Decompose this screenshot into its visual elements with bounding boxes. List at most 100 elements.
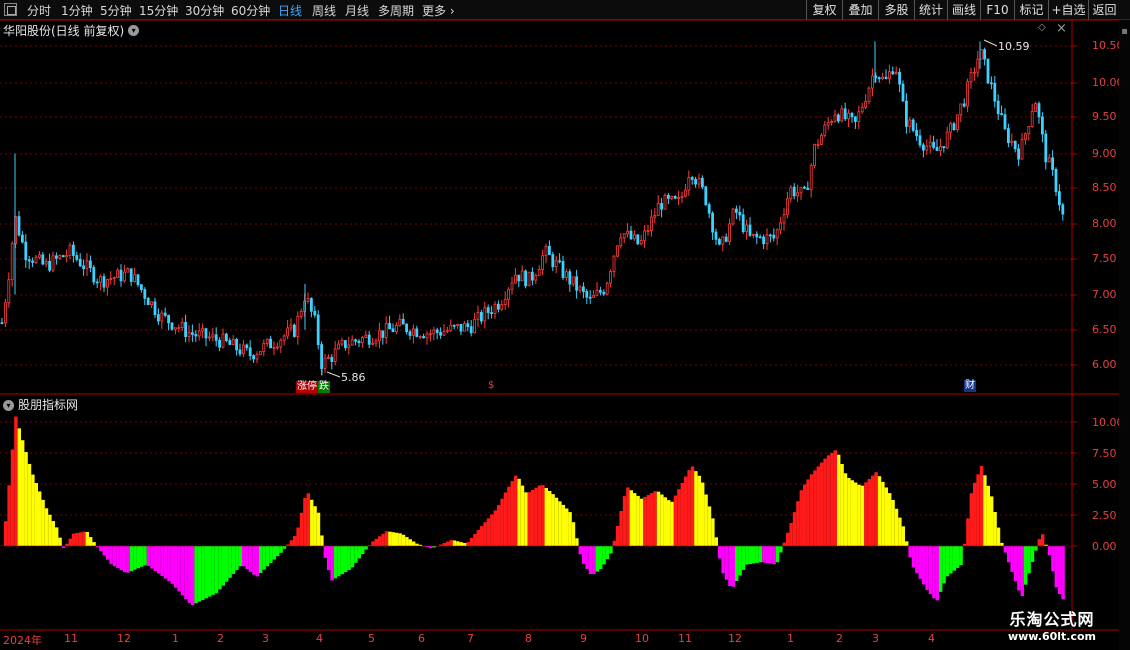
indicator-bar (252, 546, 256, 575)
close-icon[interactable]: × (1056, 21, 1067, 36)
candlestick (932, 135, 935, 150)
candlestick (156, 308, 160, 325)
candlestick (116, 267, 119, 278)
candlestick (663, 193, 667, 210)
candlestick (187, 325, 191, 343)
indicator-bar (809, 474, 814, 546)
indicator-bar (1061, 546, 1065, 600)
indicator-bar (758, 546, 763, 563)
candlestick (701, 175, 704, 190)
indicator-bar (826, 455, 831, 546)
date-label: 1 (787, 632, 794, 645)
indicator-bar (932, 546, 936, 599)
candlestick (17, 210, 21, 237)
indicator-bar (197, 546, 202, 602)
candlestick (843, 102, 847, 122)
indicator-bar (728, 546, 732, 587)
candlestick (197, 323, 201, 341)
indicator-bar (765, 546, 769, 564)
indicator-bar (894, 508, 899, 546)
candlestick (282, 334, 286, 346)
price-label: 9.50 (1092, 110, 1117, 123)
candlestick (809, 163, 813, 198)
candlestick (803, 185, 806, 190)
indicator-bar (690, 466, 695, 546)
candlestick (779, 216, 782, 235)
candlestick (337, 340, 341, 350)
candlestick (633, 230, 636, 241)
candlestick (1007, 123, 1010, 148)
indicator-bar (707, 506, 712, 546)
candlestick (670, 195, 674, 201)
price-label: 7.00 (1092, 288, 1117, 301)
candlestick (881, 72, 884, 81)
candlestick (585, 288, 589, 305)
indicator-bar (803, 484, 807, 546)
chevron-down-icon[interactable]: ▾ (128, 25, 140, 36)
candlestick (650, 209, 653, 237)
date-label: 3 (872, 632, 879, 645)
candlestick (289, 318, 293, 332)
candlestick (578, 285, 582, 294)
candlestick (1054, 167, 1058, 196)
indicator-bar (976, 474, 980, 546)
indicator-bar (1013, 546, 1018, 582)
candlestick (612, 255, 616, 278)
candlestick (653, 208, 657, 224)
indicator-bar (1037, 539, 1041, 546)
side-panel-edge[interactable]: ▪ (1119, 20, 1130, 650)
indicator-bar (714, 537, 718, 546)
indicator-bar (24, 452, 28, 546)
date-label: 7 (467, 632, 474, 645)
indicator-bar (935, 546, 939, 601)
candlestick (313, 306, 317, 318)
indicator-bar (816, 466, 820, 546)
indicator-bar (126, 546, 130, 573)
indicator-bar (469, 537, 474, 546)
candlestick (68, 242, 72, 260)
indicator-bar (554, 497, 559, 546)
indicator-bar (4, 521, 8, 546)
indicator-bar (170, 546, 174, 584)
candlestick (75, 251, 79, 262)
indicator-bar (129, 546, 134, 572)
candlestick (163, 307, 167, 318)
financial-report-tag[interactable]: 财 (964, 380, 976, 392)
kline-chart[interactable]: 10.59 5.86 (0, 0, 1130, 650)
indicator-bar (656, 491, 661, 546)
indicator-bar (503, 492, 508, 546)
candlestick (456, 323, 460, 329)
indicator-bar (41, 499, 45, 546)
indicator-bar (48, 514, 52, 546)
indicator-bar (208, 546, 212, 597)
indicator-bar (823, 458, 827, 546)
indicator-bar (55, 527, 59, 546)
chevron-down-icon[interactable]: ▾ (3, 400, 14, 411)
candlestick (796, 184, 799, 203)
dividend-tag[interactable]: $ (487, 380, 495, 392)
candlestick (837, 113, 840, 124)
candlestick (139, 284, 143, 293)
candlestick (1030, 103, 1034, 128)
limit-up-tag[interactable]: 涨停 (296, 381, 318, 393)
indicator-bar (361, 546, 365, 554)
candlestick (548, 240, 551, 255)
candlestick (459, 324, 463, 335)
diamond-icon[interactable]: ◇ (1038, 23, 1048, 33)
indicator-bar (82, 531, 86, 546)
indicator-bar (949, 546, 953, 574)
candlestick (588, 290, 592, 304)
indicator-bar (493, 510, 497, 546)
candlestick (190, 324, 194, 342)
indicator-bar (860, 485, 865, 546)
indicator-bar (697, 475, 701, 546)
indicator-bar (527, 492, 531, 546)
candlestick (177, 324, 181, 333)
indicator-bar (265, 546, 270, 567)
candlestick (350, 335, 354, 346)
indicator-bar (272, 546, 276, 560)
indicator-bar (956, 546, 960, 568)
limit-down-tag[interactable]: 跌 (318, 381, 330, 393)
candlestick (0, 317, 4, 325)
candlestick (1047, 153, 1051, 163)
